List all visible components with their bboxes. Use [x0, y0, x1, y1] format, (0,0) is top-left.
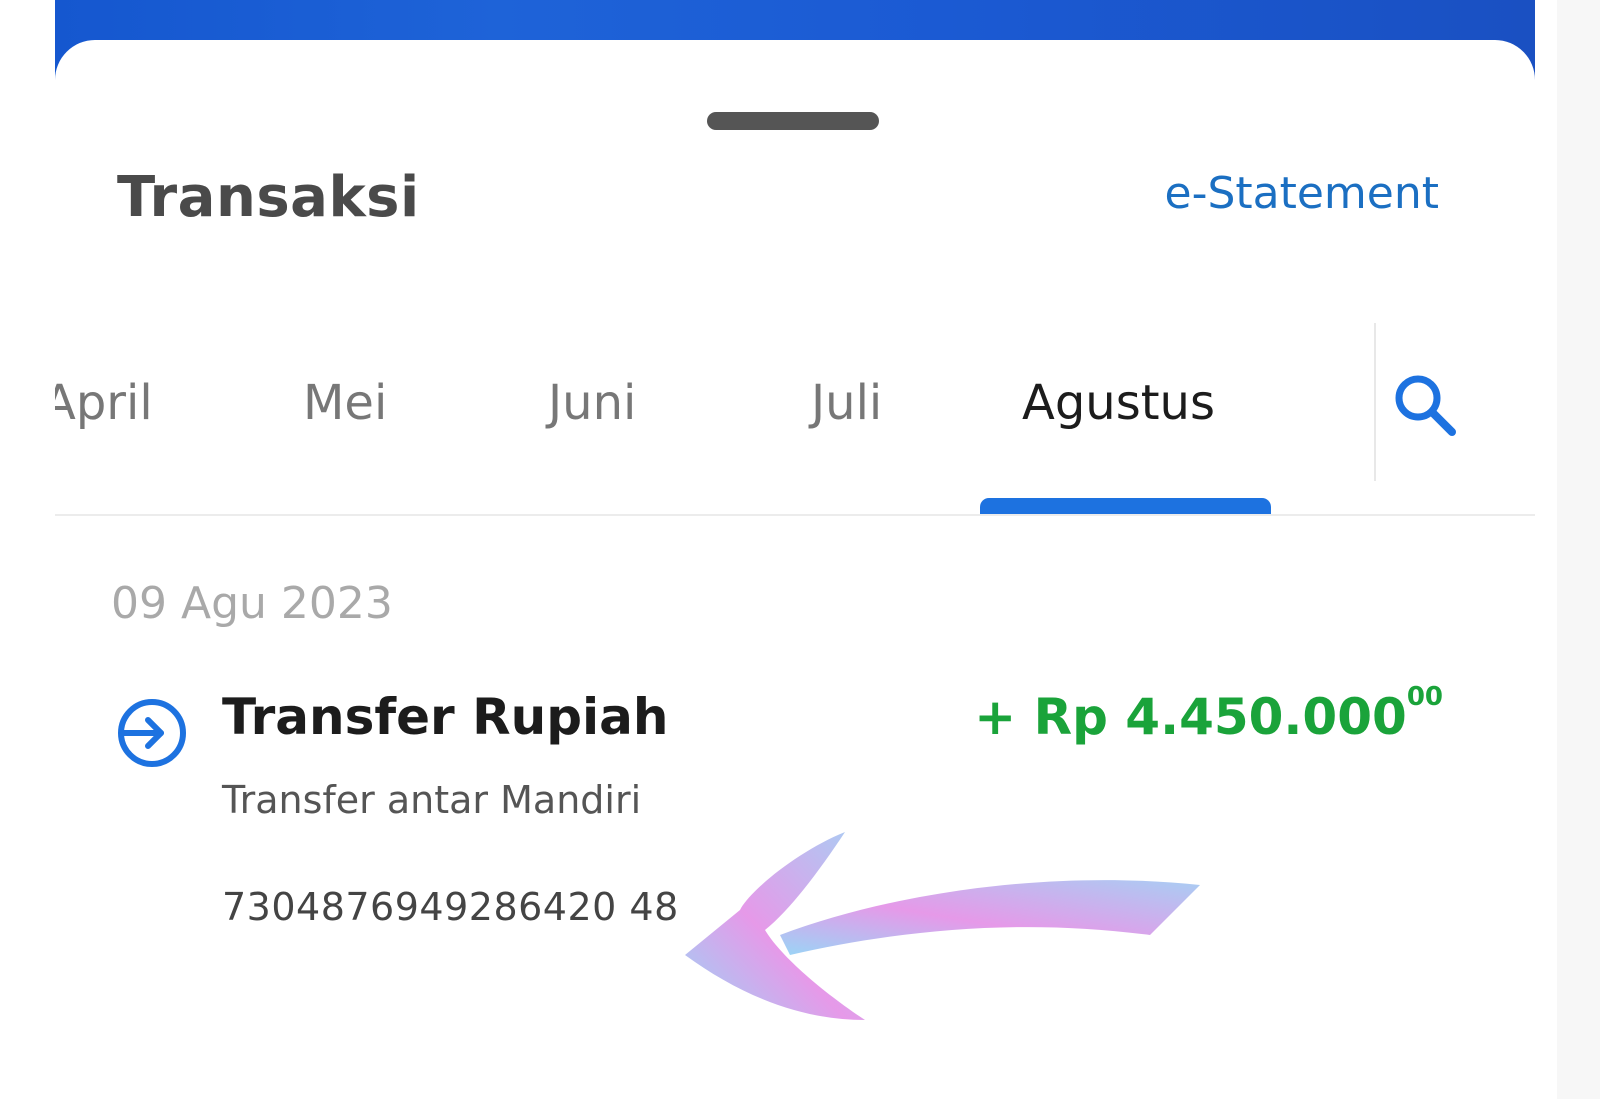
- tab-agustus[interactable]: Agustus: [1022, 375, 1215, 431]
- search-button[interactable]: [1385, 365, 1465, 445]
- transaction-title: Transfer Rupiah: [222, 688, 669, 746]
- drag-handle[interactable]: [707, 112, 879, 130]
- month-tabs: April Mei Juni Juli Agustus: [55, 320, 1380, 515]
- page-title: Transaksi: [117, 165, 420, 230]
- e-statement-link[interactable]: e-Statement: [1165, 168, 1439, 219]
- transaction-reference: 7304876949286420 48: [222, 885, 679, 929]
- transaction-description: Transfer antar Mandiri: [222, 778, 642, 822]
- tab-april[interactable]: April: [55, 375, 153, 431]
- transaction-date: 09 Agu 2023: [111, 578, 393, 629]
- search-icon: [1395, 375, 1456, 436]
- tab-mei[interactable]: Mei: [303, 375, 387, 431]
- tab-juli[interactable]: Juli: [811, 375, 882, 431]
- tab-divider: [1374, 323, 1376, 481]
- annotation-arrow-icon: [685, 832, 1200, 1020]
- transaction-amount: + Rp 4.450.00000: [974, 682, 1443, 746]
- active-tab-indicator: [980, 498, 1271, 515]
- right-edge-margin: [1557, 0, 1600, 1099]
- incoming-transfer-icon: [118, 699, 186, 767]
- header-divider: [55, 514, 1535, 516]
- amount-cents: 00: [1406, 682, 1443, 712]
- tab-juni[interactable]: Juni: [548, 375, 636, 431]
- amount-main: + Rp 4.450.000: [974, 688, 1407, 746]
